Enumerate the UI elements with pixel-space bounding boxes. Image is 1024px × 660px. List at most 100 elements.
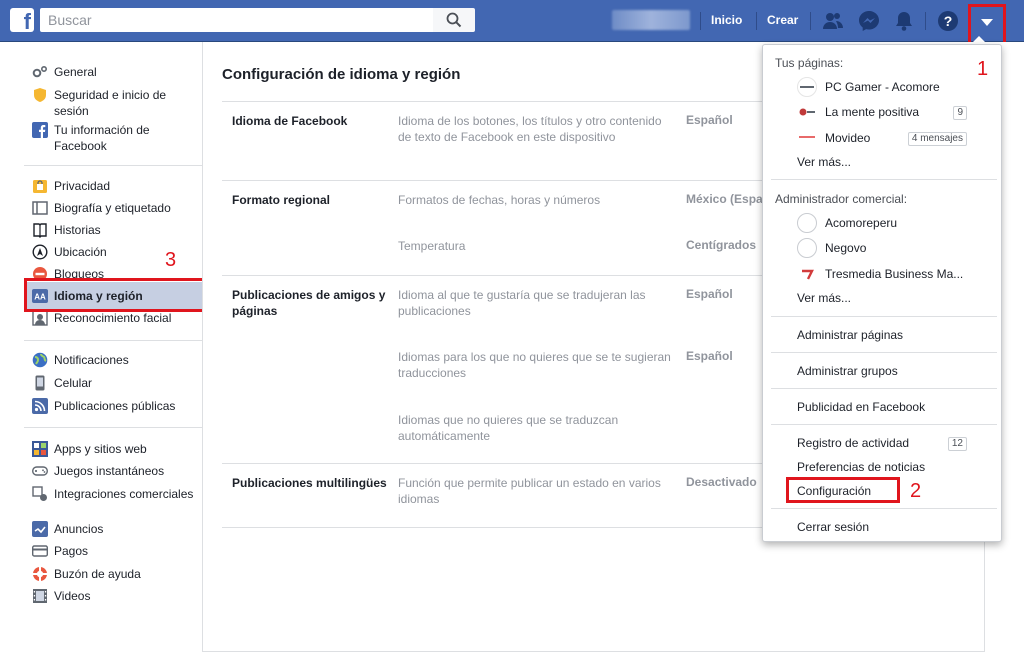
business-see-more-link[interactable]: Ver más... <box>797 291 851 305</box>
profile-link[interactable] <box>612 10 690 30</box>
setting-description: Idiomas que no quieres que se traduzcan … <box>398 413 619 443</box>
location-icon <box>32 244 48 260</box>
setting-value[interactable]: México (Español) <box>686 192 762 206</box>
business-heading: Administrador comercial: <box>775 192 908 206</box>
phone-icon <box>35 375 45 391</box>
setting-label: Idioma de Facebook <box>232 114 348 128</box>
activity-log-link[interactable]: Registro de actividad <box>797 436 909 450</box>
page-avatar <box>797 127 817 147</box>
integration-icon <box>32 486 47 501</box>
divider <box>700 12 701 30</box>
settings-sidebar: General Seguridad e inicio de sesión Tu … <box>24 42 204 660</box>
sidebar-item-label: Historias <box>54 223 101 237</box>
pages-see-more-link[interactable]: Ver más... <box>797 155 851 169</box>
menu-divider <box>771 179 997 180</box>
friends-icon[interactable] <box>822 10 844 32</box>
setting-value[interactable]: Español <box>686 287 762 301</box>
manage-groups-link[interactable]: Administrar grupos <box>797 364 898 378</box>
facebook-logo[interactable]: f <box>10 8 34 32</box>
divider <box>810 12 811 30</box>
sidebar-item-support-inbox[interactable]: Buzón de ayuda <box>32 566 204 582</box>
help-icon[interactable]: ? <box>937 10 959 32</box>
sidebar-item-label: General <box>54 65 97 79</box>
setting-description: Idiomas para los que no quieres que se t… <box>398 350 671 380</box>
sidebar-item-security[interactable]: Seguridad e inicio de sesión <box>32 87 204 119</box>
business-name: Acomoreperu <box>825 216 898 230</box>
sidebar-item-public-posts[interactable]: Publicaciones públicas <box>32 398 204 414</box>
divider <box>925 12 926 30</box>
pages-heading: Tus páginas: <box>775 56 844 70</box>
lock-icon <box>33 180 47 193</box>
search-icon <box>446 12 462 28</box>
sidebar-item-videos[interactable]: Videos <box>32 588 204 604</box>
sidebar-item-timeline[interactable]: Biografía y etiquetado <box>32 200 204 216</box>
nav-home-link[interactable]: Inicio <box>711 13 742 27</box>
page-title: Configuración de idioma y región <box>222 66 461 83</box>
setting-value[interactable]: Español <box>686 113 762 127</box>
sidebar-item-notifications[interactable]: Notificaciones <box>32 352 204 368</box>
sidebar-item-label: Integraciones comerciales <box>54 487 194 501</box>
top-bar: f Inicio Crear ? <box>0 0 1024 50</box>
business-avatar <box>797 263 817 283</box>
sidebar-item-label: Tu información de Facebook <box>54 123 150 153</box>
sidebar-item-apps[interactable]: Apps y sitios web <box>32 441 204 457</box>
nav-create-link[interactable]: Crear <box>767 13 798 27</box>
setting-value[interactable]: Centígrados <box>686 238 762 252</box>
sidebar-item-label: Ubicación <box>54 245 107 259</box>
page-avatar <box>797 77 817 97</box>
sidebar-item-stories[interactable]: Historias <box>32 222 204 238</box>
business-name: Negovo <box>825 241 867 255</box>
sidebar-item-business-integrations[interactable]: Integraciones comerciales <box>32 486 204 518</box>
sidebar-divider <box>24 165 202 166</box>
ads-icon <box>32 521 48 537</box>
annotation-number-2: 2 <box>910 480 922 502</box>
sidebar-item-label: Biografía y etiquetado <box>54 201 171 215</box>
setting-description: Temperatura <box>398 239 466 253</box>
menu-divider <box>771 352 997 353</box>
annotation-box-settings <box>786 477 900 503</box>
sidebar-item-location[interactable]: Ubicación <box>32 244 204 260</box>
globe-icon <box>32 352 48 368</box>
facebook-icon <box>32 122 48 138</box>
business-avatar <box>797 213 817 233</box>
divider <box>756 12 757 30</box>
messages-badge: 4 mensajes <box>907 132 967 146</box>
timeline-icon <box>32 201 48 215</box>
business-avatar <box>797 238 817 258</box>
manage-pages-link[interactable]: Administrar páginas <box>797 328 903 342</box>
sidebar-item-instant-games[interactable]: Juegos instantáneos <box>32 463 204 479</box>
annotation-number-1: 1 <box>977 58 989 80</box>
page-name: La mente positiva <box>825 105 920 119</box>
setting-value[interactable]: Español <box>686 349 762 363</box>
setting-description: Idioma de los botones, los títulos y otr… <box>398 114 662 144</box>
sidebar-item-face-recognition[interactable]: Reconocimiento facial <box>32 310 204 326</box>
sidebar-item-general[interactable]: General <box>32 64 204 80</box>
gamepad-icon <box>32 466 48 476</box>
sidebar-item-label: Privacidad <box>54 179 111 193</box>
setting-description: Función que permite publicar un estado e… <box>398 476 661 506</box>
page-avatar <box>797 102 817 122</box>
logout-link[interactable]: Cerrar sesión <box>797 520 869 534</box>
sidebar-item-mobile[interactable]: Celular <box>32 375 204 391</box>
sidebar-divider <box>24 340 202 341</box>
sidebar-item-privacy[interactable]: Privacidad <box>32 178 204 194</box>
advertising-link[interactable]: Publicidad en Facebook <box>797 400 925 414</box>
sidebar-item-payments[interactable]: Pagos <box>32 543 204 559</box>
menu-divider <box>771 388 997 389</box>
sidebar-item-ads[interactable]: Anuncios <box>32 521 204 537</box>
setting-label: Publicaciones multilingües <box>232 476 387 490</box>
menu-divider <box>771 424 997 425</box>
news-preferences-link[interactable]: Preferencias de noticias <box>797 460 925 474</box>
messenger-icon[interactable] <box>858 10 880 32</box>
business-name: Tresmedia Business Ma... <box>825 267 964 281</box>
search-input[interactable] <box>40 8 433 32</box>
menu-divider <box>771 508 997 509</box>
notifications-icon[interactable] <box>893 10 915 32</box>
search-button[interactable] <box>433 8 475 32</box>
lifebuoy-icon <box>33 567 47 581</box>
annotation-box-language <box>24 278 206 312</box>
setting-value[interactable]: Desactivado <box>686 475 762 489</box>
sidebar-item-your-info[interactable]: Tu información de Facebook <box>32 122 204 154</box>
sidebar-item-label: Videos <box>54 589 91 603</box>
sidebar-item-label: Publicaciones públicas <box>54 399 176 413</box>
